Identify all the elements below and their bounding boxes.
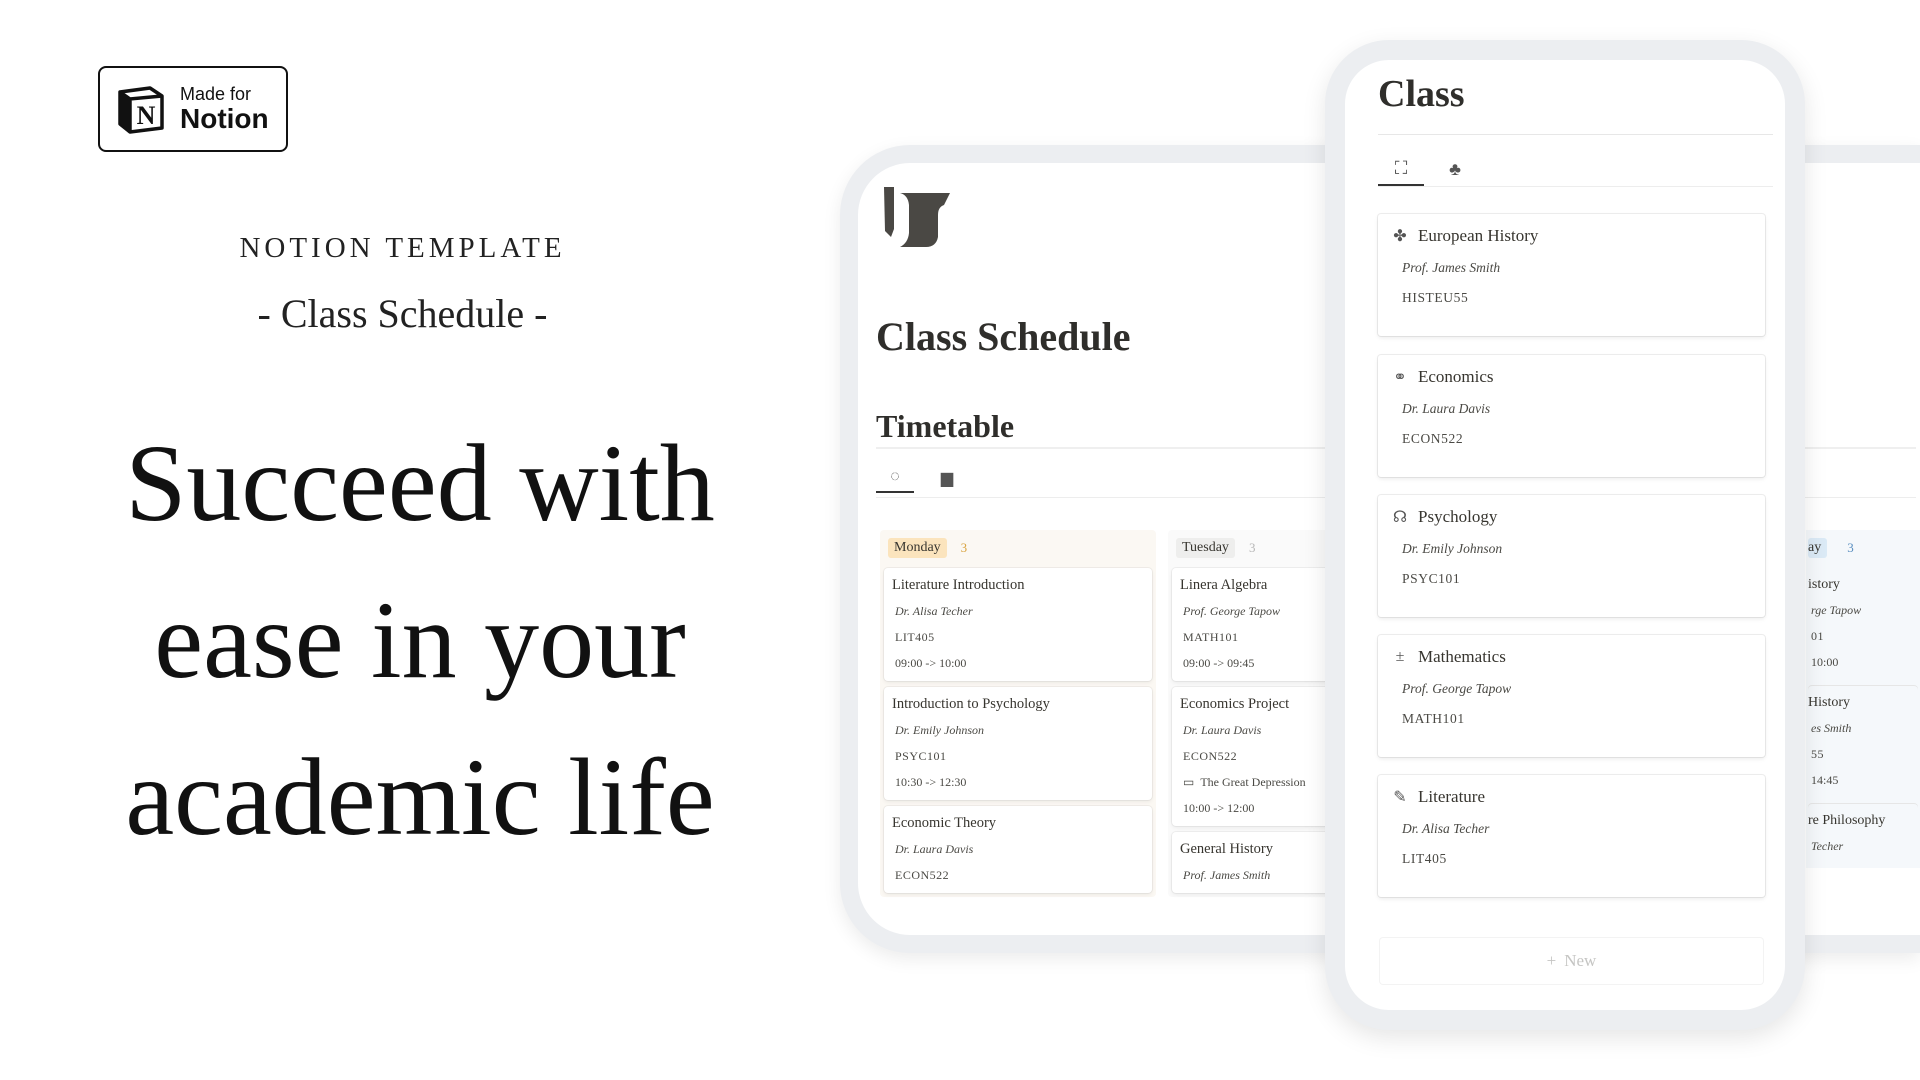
headline: Succeed with ease in your academic life bbox=[60, 405, 780, 876]
made-for-notion-badge: N Made for Notion bbox=[98, 66, 288, 152]
card-teacher: Dr. Emily Johnson bbox=[895, 723, 984, 737]
class-teacher: Prof. James Smith bbox=[1402, 260, 1501, 275]
class-card-mathematics[interactable]: ± Mathematics Prof. George Tapow MATH101 bbox=[1378, 635, 1765, 757]
headline-line: ease in your bbox=[154, 579, 686, 701]
card-time: 10:30 -> 12:30 bbox=[895, 775, 967, 789]
badge-line1: Made for bbox=[180, 84, 252, 104]
card-code: PSYC101 bbox=[895, 749, 947, 763]
card-code: 01 bbox=[1811, 629, 1824, 643]
class-card[interactable]: History es Smith 55 14:45 bbox=[1808, 686, 1918, 798]
new-label: New bbox=[1564, 951, 1597, 970]
divider bbox=[1378, 134, 1773, 135]
cards-icon[interactable]: ▆ bbox=[928, 463, 966, 493]
class-code: PSYC101 bbox=[1402, 571, 1461, 586]
column-tag[interactable]: Tuesday bbox=[1176, 538, 1235, 558]
class-name: Mathematics bbox=[1418, 647, 1506, 666]
badge-line2: Notion bbox=[180, 103, 269, 134]
card-title: Literature Introduction bbox=[892, 577, 1025, 593]
card-code: 55 bbox=[1811, 747, 1824, 761]
class-card-economics[interactable]: ⚭ Economics Dr. Laura Davis ECON522 bbox=[1378, 355, 1765, 477]
column-count: 3 bbox=[1847, 540, 1854, 555]
database-title: Class bbox=[1378, 73, 1465, 115]
headline-line: academic life bbox=[125, 736, 715, 858]
plus-icon: + bbox=[1546, 951, 1557, 970]
svg-text:N: N bbox=[137, 101, 156, 130]
class-card[interactable]: istory rge Tapow 01 10:00 bbox=[1808, 568, 1918, 680]
card-time: 14:45 bbox=[1811, 773, 1839, 787]
page-title: Class Schedule bbox=[876, 314, 1131, 359]
class-code: MATH101 bbox=[1402, 711, 1465, 726]
class-teacher: Prof. George Tapow bbox=[1402, 681, 1512, 696]
class-card[interactable]: Economic Theory Dr. Laura Davis ECON522 bbox=[884, 806, 1152, 893]
card-teacher: es Smith bbox=[1811, 721, 1852, 735]
card-title: History bbox=[1808, 695, 1850, 710]
shapes-icon[interactable]: ♣ bbox=[1432, 152, 1478, 186]
board-column-partial: ay 3 istory rge Tapow 01 10:00 History e… bbox=[1806, 530, 1920, 868]
card-title: Introduction to Psychology bbox=[892, 696, 1050, 712]
card-title: istory bbox=[1808, 577, 1840, 592]
view-tabs: ◌ ▆ bbox=[876, 463, 966, 493]
column-count: 3 bbox=[960, 540, 968, 555]
class-teacher: Dr. Laura Davis bbox=[1402, 401, 1491, 416]
page-logo-icon bbox=[884, 187, 950, 247]
kicker: NOTION TEMPLATE bbox=[239, 232, 566, 264]
new-button[interactable]: + New bbox=[1380, 938, 1763, 984]
class-card[interactable]: re Philosophy Techer bbox=[1808, 804, 1918, 864]
class-name: Literature bbox=[1418, 787, 1486, 806]
card-teacher: rge Tapow bbox=[1811, 603, 1862, 617]
card-time: 09:00 -> 10:00 bbox=[895, 656, 967, 670]
class-name: European History bbox=[1418, 226, 1539, 245]
newspaper-icon: ▭ bbox=[1183, 775, 1195, 789]
divider bbox=[1378, 186, 1773, 187]
column-tag[interactable]: ay bbox=[1808, 538, 1828, 558]
coins-icon: ⚭ bbox=[1393, 369, 1407, 386]
card-code: LIT405 bbox=[895, 630, 935, 644]
class-name: Economics bbox=[1418, 367, 1494, 386]
card-teacher: Techer bbox=[1811, 839, 1844, 853]
class-code: LIT405 bbox=[1402, 851, 1447, 866]
class-code: ECON522 bbox=[1402, 431, 1464, 446]
board-column-monday: Monday 3 Literature Introduction Dr. Ali… bbox=[880, 530, 1156, 897]
headline-line: Succeed with bbox=[125, 422, 715, 544]
topic-label: The Great Depression bbox=[1200, 775, 1306, 789]
gallery-icon[interactable]: ⛶ bbox=[1378, 152, 1424, 186]
section-heading: Timetable bbox=[876, 408, 1015, 444]
card-teacher: Dr. Laura Davis bbox=[895, 842, 974, 856]
notion-logo-icon: N bbox=[118, 86, 164, 134]
card-time: 10:00 bbox=[1811, 655, 1839, 669]
class-name: Psychology bbox=[1418, 507, 1498, 526]
class-card[interactable]: Literature Introduction Dr. Alisa Techer… bbox=[884, 568, 1152, 681]
fleur-icon: ✤ bbox=[1393, 228, 1407, 245]
class-card-european-history[interactable]: ✤ European History Prof. James Smith HIST… bbox=[1378, 214, 1765, 336]
card-title: Economic Theory bbox=[892, 815, 997, 831]
view-tabs: ⛶ ♣ bbox=[1378, 152, 1478, 186]
card-code: ECON522 bbox=[895, 868, 950, 882]
card-teacher: Dr. Alisa Techer bbox=[895, 604, 973, 618]
class-card-literature[interactable]: ✎ Literature Dr. Alisa Techer LIT405 bbox=[1378, 775, 1765, 897]
head-icon: ☊ bbox=[1392, 509, 1408, 526]
class-card-psychology[interactable]: ☊ Psychology Dr. Emily Johnson PSYC101 bbox=[1378, 495, 1765, 617]
math-operators-icon: ± bbox=[1395, 648, 1405, 665]
class-card[interactable]: Introduction to Psychology Dr. Emily Joh… bbox=[884, 687, 1152, 800]
column-count: 3 bbox=[1248, 540, 1256, 555]
class-teacher: Dr. Alisa Techer bbox=[1402, 821, 1490, 836]
column-tag[interactable]: Monday bbox=[888, 538, 947, 558]
subtitle: - Class Schedule - bbox=[257, 291, 548, 336]
brush-icon: ✎ bbox=[1393, 789, 1407, 806]
card-title: re Philosophy bbox=[1808, 813, 1886, 828]
circle-dashed-icon[interactable]: ◌ bbox=[876, 463, 914, 493]
phone-mockup: Class ⛶ ♣ ✤ European History Prof. James … bbox=[1325, 40, 1805, 1030]
class-code: HISTEU55 bbox=[1402, 290, 1469, 305]
class-teacher: Dr. Emily Johnson bbox=[1402, 541, 1503, 556]
